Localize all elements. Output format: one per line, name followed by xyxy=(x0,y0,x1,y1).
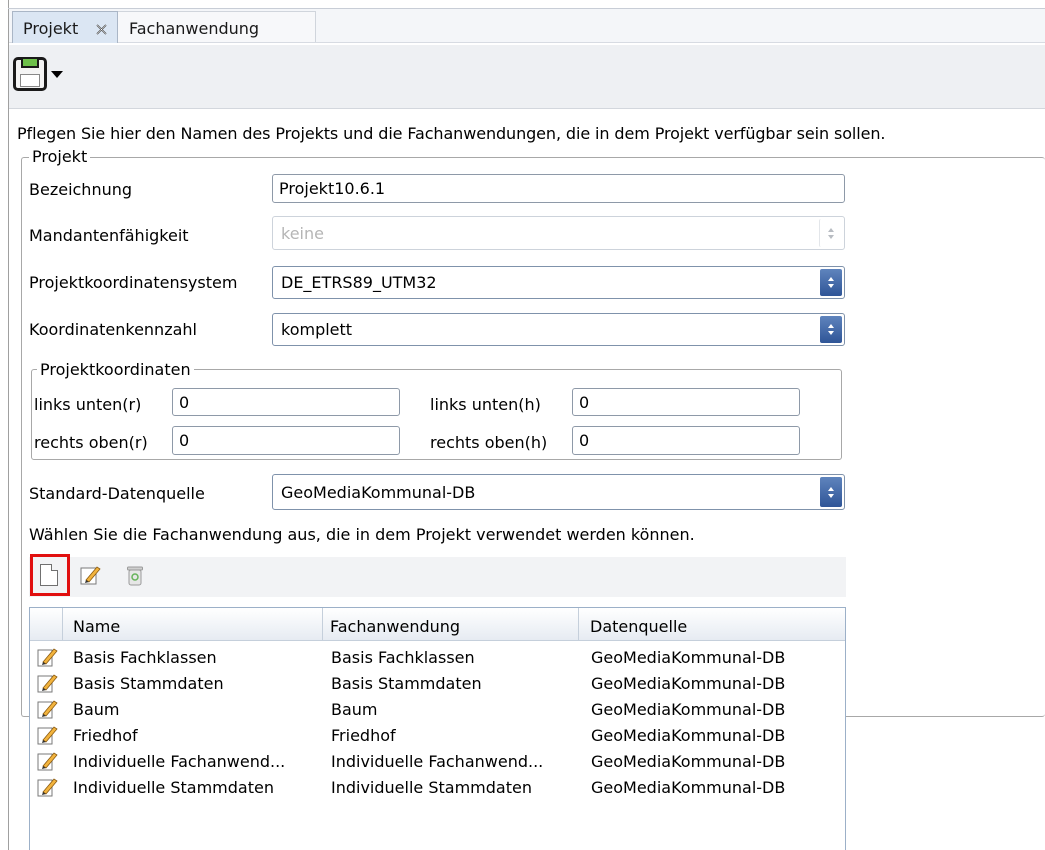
fachanwendung-toolbar xyxy=(29,557,846,597)
table-row[interactable]: Basis Stammdaten Basis Stammdaten GeoMedia… xyxy=(30,671,845,697)
column-header-fachanwendung[interactable]: Fachanwendung xyxy=(330,617,460,636)
links-unten-h-label: links unten(h) xyxy=(430,395,541,414)
tab-projekt-label: Projekt xyxy=(23,19,79,38)
cell-datenquelle: GeoMediaKommunal-DB xyxy=(591,752,786,771)
chevron-updown-icon xyxy=(820,269,842,296)
cell-fachanwendung: Basis Stammdaten xyxy=(331,674,482,693)
column-separator xyxy=(578,608,579,640)
standard-datenquelle-label: Standard-Datenquelle xyxy=(29,484,205,503)
koordinatenkennzahl-value: komplett xyxy=(281,320,353,339)
standard-datenquelle-select[interactable]: GeoMediaKommunal-DB xyxy=(272,474,845,510)
rechts-oben-r-input[interactable] xyxy=(172,426,400,455)
toolbar xyxy=(9,45,1045,109)
cell-fachanwendung: Individuelle Fachanwend... xyxy=(331,752,544,771)
column-header-datenquelle[interactable]: Datenquelle xyxy=(590,617,687,636)
save-dropdown-arrow-icon[interactable] xyxy=(51,71,63,78)
table-row[interactable]: Baum Baum GeoMediaKommunal-DB xyxy=(30,697,845,723)
edit-pencil-icon[interactable] xyxy=(36,646,58,668)
close-icon[interactable] xyxy=(95,23,108,36)
edit-pencil-icon[interactable] xyxy=(79,564,101,586)
koordinatenkennzahl-label: Koordinatenkennzahl xyxy=(29,320,197,339)
recycle-bin-icon[interactable] xyxy=(126,564,144,586)
rechts-oben-h-label: rechts oben(h) xyxy=(430,433,548,452)
cell-name: Individuelle Stammdaten xyxy=(73,778,274,797)
cell-name: Friedhof xyxy=(73,726,138,745)
column-separator xyxy=(322,608,323,640)
links-unten-r-label: links unten(r) xyxy=(34,395,142,414)
cell-fachanwendung: Individuelle Stammdaten xyxy=(331,778,532,797)
cell-fachanwendung: Baum xyxy=(331,700,378,719)
cell-name: Individuelle Fachanwend... xyxy=(73,752,286,771)
tab-fachanwendung-label: Fachanwendung xyxy=(129,19,260,38)
chevron-updown-icon xyxy=(820,316,842,343)
intro-text: Pflegen Sie hier den Namen des Projekts … xyxy=(17,124,886,143)
edit-pencil-icon[interactable] xyxy=(36,750,58,772)
links-unten-r-input[interactable] xyxy=(172,388,400,416)
edit-pencil-icon[interactable] xyxy=(36,776,58,798)
mandantenfaehigkeit-select[interactable]: keine xyxy=(272,216,845,250)
bezeichnung-input[interactable] xyxy=(272,174,845,203)
column-header-name[interactable]: Name xyxy=(73,617,120,636)
cell-datenquelle: GeoMediaKommunal-DB xyxy=(591,648,786,667)
table-row[interactable]: Individuelle Fachanwend... Individuelle F… xyxy=(30,749,845,775)
tab-projekt[interactable]: Projekt xyxy=(12,11,118,43)
mandantenfaehigkeit-label: Mandantenfähigkeit xyxy=(29,226,189,245)
table-row[interactable]: Basis Fachklassen Basis Fachklassen GeoMed… xyxy=(30,645,845,671)
cell-name: Basis Fachklassen xyxy=(73,648,217,667)
table-row[interactable]: Friedhof Friedhof GeoMediaKommunal-DB xyxy=(30,723,845,749)
rechts-oben-h-input[interactable] xyxy=(572,426,800,455)
tab-fachanwendung[interactable]: Fachanwendung xyxy=(118,11,316,42)
rechts-oben-r-label: rechts oben(r) xyxy=(34,433,148,452)
projektkoordinaten-legend: Projektkoordinaten xyxy=(37,360,194,379)
cell-name: Baum xyxy=(73,700,120,719)
cell-datenquelle: GeoMediaKommunal-DB xyxy=(591,674,786,693)
projektkoordinatensystem-label: Projektkoordinatensystem xyxy=(29,273,238,292)
projektkoordinatensystem-select[interactable]: DE_ETRS89_UTM32 xyxy=(272,266,845,299)
cell-datenquelle: GeoMediaKommunal-DB xyxy=(591,778,786,797)
cell-datenquelle: GeoMediaKommunal-DB xyxy=(591,726,786,745)
edit-pencil-icon[interactable] xyxy=(36,698,58,720)
edit-pencil-icon[interactable] xyxy=(36,672,58,694)
window-border-left xyxy=(8,0,9,850)
cell-datenquelle: GeoMediaKommunal-DB xyxy=(591,700,786,719)
fachanwendung-hint: Wählen Sie die Fachanwendung aus, die in… xyxy=(29,525,695,544)
koordinatenkennzahl-select[interactable]: komplett xyxy=(272,313,845,346)
bezeichnung-label: Bezeichnung xyxy=(29,180,133,199)
chevron-updown-icon xyxy=(820,477,842,507)
table-row[interactable]: Individuelle Stammdaten Individuelle Stam… xyxy=(30,775,845,801)
standard-datenquelle-value: GeoMediaKommunal-DB xyxy=(281,482,476,502)
cell-name: Basis Stammdaten xyxy=(73,674,224,693)
column-separator xyxy=(62,608,63,640)
floppy-disk-icon[interactable] xyxy=(13,57,47,91)
mandantenfaehigkeit-spinner-icon xyxy=(819,219,842,247)
cell-fachanwendung: Basis Fachklassen xyxy=(331,648,475,667)
edit-pencil-icon[interactable] xyxy=(36,724,58,746)
projekt-group-legend: Projekt xyxy=(29,147,91,166)
new-button-highlight[interactable] xyxy=(30,554,70,596)
mandantenfaehigkeit-value: keine xyxy=(281,223,324,243)
cell-fachanwendung: Friedhof xyxy=(331,726,396,745)
links-unten-h-input[interactable] xyxy=(572,388,800,416)
projektkoordinatensystem-value: DE_ETRS89_UTM32 xyxy=(281,273,437,292)
